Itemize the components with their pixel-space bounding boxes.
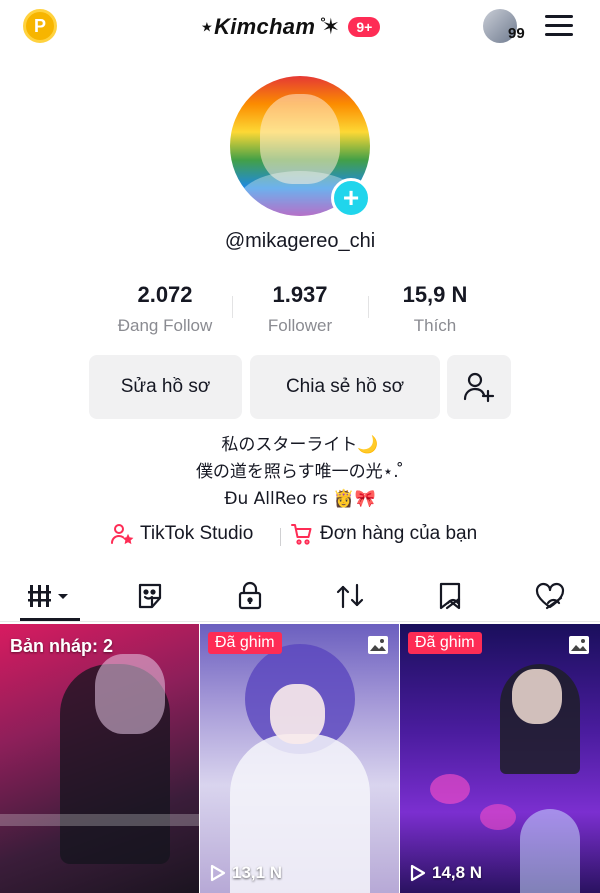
- studio-label: TikTok Studio: [140, 523, 254, 544]
- username: @mikagereo_chi: [224, 230, 376, 252]
- tab-sticker[interactable]: [120, 578, 180, 614]
- grid-icon: [28, 585, 68, 607]
- profile-title: ⋆Kimcham ̊✶: [200, 14, 341, 39]
- stat-following[interactable]: 2.072 Đang Follow: [95, 282, 235, 336]
- orders-link[interactable]: Đơn hàng của bạn: [290, 522, 477, 546]
- pinned-badge: Đã ghim: [208, 632, 282, 654]
- drafts-tile[interactable]: Bản nháp: 2: [0, 624, 199, 893]
- pinned-badge: Đã ghim: [408, 632, 482, 654]
- drafts-label: Bản nháp: 2: [10, 636, 114, 656]
- orders-label: Đơn hàng của bạn: [320, 523, 478, 544]
- view-count: 13,1 N: [210, 863, 282, 883]
- bio-line-2: 僕の道を照らす唯一の光⋆. ̊: [195, 462, 405, 482]
- heart-hidden-icon: [535, 582, 565, 610]
- stat-likes-value: 15,9 N: [402, 282, 468, 307]
- tab-videos[interactable]: [20, 578, 80, 614]
- stat-followers-label: Follower: [267, 316, 333, 335]
- edit-profile-button[interactable]: Sửa hồ sơ: [89, 355, 242, 419]
- bio: 私のスターライト🌙 僕の道を照らす唯一の光⋆. ̊ Đu AllReo rs 👸…: [0, 432, 600, 513]
- tab-favorites[interactable]: [420, 578, 480, 614]
- video-grid: Bản nháp: 2 Đã ghim 13,1 N Đã ghim 14,8 …: [0, 624, 600, 893]
- coin-icon[interactable]: P: [23, 9, 57, 43]
- share-profile-button[interactable]: Chia sẻ hồ sơ: [250, 355, 440, 419]
- tab-private[interactable]: [220, 578, 280, 614]
- add-avatar-button[interactable]: +: [331, 178, 371, 218]
- tab-liked[interactable]: [520, 578, 580, 614]
- menu-icon[interactable]: [545, 15, 573, 37]
- lock-icon: [238, 581, 262, 610]
- active-tab-indicator: [20, 618, 80, 621]
- stats-row: 2.072 Đang Follow 1.937 Follower 15,9 N …: [0, 282, 600, 342]
- top-bar: P ⋆Kimcham ̊✶ 9+ 99: [0, 0, 600, 56]
- play-icon: [410, 864, 426, 882]
- stat-following-value: 2.072: [137, 282, 193, 307]
- bio-line-3: Đu AllReo rs 👸🎀: [224, 489, 376, 509]
- cart-icon: [291, 524, 312, 545]
- video-tile[interactable]: Đã ghim 14,8 N: [400, 624, 600, 893]
- tiktok-studio-link[interactable]: TikTok Studio: [110, 522, 253, 546]
- stat-followers-value: 1.937: [272, 282, 328, 307]
- stat-divider: [368, 296, 369, 318]
- play-icon: [210, 864, 226, 882]
- view-count-value: 14,8 N: [432, 863, 483, 882]
- stat-likes-label: Thích: [413, 316, 457, 335]
- account-badge-count: 99: [508, 25, 525, 42]
- tab-reposts[interactable]: [320, 578, 380, 614]
- repost-icon: [336, 583, 364, 609]
- profile-links: TikTok Studio Đơn hàng của bạn: [0, 522, 600, 552]
- content-tabs: [0, 572, 600, 622]
- stat-likes[interactable]: 15,9 N Thích: [365, 282, 505, 336]
- photo-icon: [569, 636, 589, 654]
- stat-divider: [232, 296, 233, 318]
- bio-line-1: 私のスターライト🌙: [221, 435, 379, 455]
- add-friend-button[interactable]: [447, 355, 511, 419]
- link-divider: [280, 528, 281, 546]
- video-tile[interactable]: Đã ghim 13,1 N: [200, 624, 399, 893]
- add-user-icon: [463, 372, 495, 403]
- account-switcher[interactable]: ⋆Kimcham ̊✶ 9+: [200, 12, 381, 42]
- photo-icon: [368, 636, 388, 654]
- sticker-icon: [138, 583, 162, 609]
- stat-following-label: Đang Follow: [117, 316, 213, 335]
- view-count: 14,8 N: [410, 863, 482, 883]
- studio-icon: [111, 524, 134, 545]
- notification-badge: 9+: [348, 17, 381, 37]
- view-count-value: 13,1 N: [232, 863, 283, 882]
- stat-followers[interactable]: 1.937 Follower: [230, 282, 370, 336]
- bookmark-hidden-icon: [439, 582, 461, 610]
